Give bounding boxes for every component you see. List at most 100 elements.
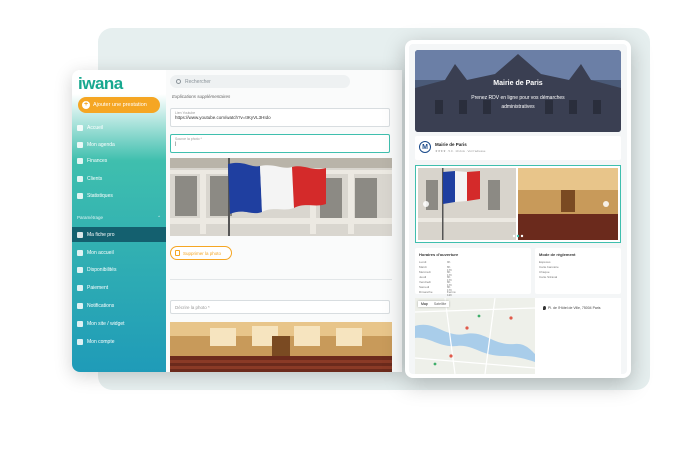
hours-day: Dimanche <box>419 290 433 294</box>
widget-icon <box>77 320 83 327</box>
hero-title: Mairie de Paris <box>493 80 543 87</box>
sidebar-item-label: Accueil <box>87 124 104 131</box>
settings-section-header[interactable]: Paramétrage ⌃ <box>77 215 161 221</box>
map-pin-icon <box>543 306 546 310</box>
hours-row: Samedi 9h - 12h <box>419 285 452 297</box>
org-meta: ★★★★ · 5.0 · 10 Avis · Voir l'adresse <box>435 149 486 153</box>
map-type-tabs: Map Satellite <box>418 301 450 307</box>
field-value: | <box>175 141 177 146</box>
iwana-logo: iwana <box>78 74 123 93</box>
sidebar-item-compte[interactable]: Mon compte <box>72 334 166 349</box>
hours-day: Samedi <box>419 285 430 289</box>
location-map[interactable]: Map Satellite Pl. de l'Hôtel de Ville, 7… <box>415 298 621 374</box>
hours-time: Fermé <box>447 290 456 294</box>
sidebar-item-statistiques[interactable]: Statistiques <box>72 188 166 203</box>
add-service-button[interactable]: + Ajouter une prestation <box>78 97 160 113</box>
photo-source-field[interactable]: Source la photo * | <box>170 134 390 153</box>
payment-icon <box>77 284 83 291</box>
search-placeholder: Rechercher <box>185 78 211 85</box>
sidebar-item-disponibilites[interactable]: Disponibilités <box>72 262 166 277</box>
sidebar-item-label: Mon site / widget <box>87 320 125 327</box>
tab-satellite[interactable]: Satellite <box>431 301 449 307</box>
photo-gallery[interactable] <box>415 165 621 243</box>
tab-map[interactable]: Map <box>418 301 431 307</box>
hero-subtitle: Prenez RDV en ligne pour vos démarches a… <box>471 95 565 110</box>
field-label: Décrire la photo * <box>175 305 210 310</box>
sidebar-item-fiche-pro[interactable]: Ma fiche pro <box>72 227 166 242</box>
payment-title: Mode de règlement <box>539 252 576 257</box>
sidebar-item-label: Clients <box>87 175 103 182</box>
finance-icon <box>77 157 83 164</box>
admin-window: iwana + Ajouter une prestation Accueil M… <box>72 70 402 372</box>
section-title: Explications supplémentaires <box>172 94 231 99</box>
chevron-up-icon: ⌃ <box>157 215 161 220</box>
public-page-preview: Mairie de Paris Prenez RDV en ligne pour… <box>405 40 631 378</box>
hours-day: Mercredi <box>419 270 431 274</box>
address-text: Pl. de l'Hôtel de Ville, 75004 Paris <box>548 306 601 310</box>
section-label: Paramétrage <box>77 215 104 220</box>
sidebar-item-finances[interactable]: Finances <box>72 153 166 168</box>
delete-photo-button[interactable]: Supprimer la photo <box>170 246 232 260</box>
stats-icon <box>77 192 83 199</box>
youtube-link-field[interactable]: Lien Youtube https://www.youtube.com/wat… <box>170 108 390 127</box>
hours-row: Dimanche Fermé <box>419 290 456 294</box>
hours-day: Lundi <box>419 260 427 264</box>
hours-row: Lundi 9h - 17h <box>419 260 452 272</box>
search-input[interactable]: Rechercher <box>170 75 350 88</box>
bell-icon <box>77 302 83 309</box>
sidebar-item-accueil[interactable]: Accueil <box>72 120 166 135</box>
sidebar-item-clients[interactable]: Clients <box>72 171 166 186</box>
hours-day: Jeudi <box>419 275 427 279</box>
hours-row: Mardi 9h - 17h <box>419 265 452 277</box>
hall-photo <box>170 322 392 372</box>
main-content: Rechercher Explications supplémentaires … <box>166 70 402 372</box>
trash-icon <box>175 250 180 256</box>
divider <box>170 279 392 280</box>
plus-icon: + <box>82 101 90 109</box>
sidebar-item-label: Finances <box>87 157 108 164</box>
sidebar-item-label: Ma fiche pro <box>87 231 115 238</box>
hours-day: Mardi <box>419 265 427 269</box>
sidebar-item-widget[interactable]: Mon site / widget <box>72 316 166 331</box>
payment-method: Carte Sitraval <box>539 275 558 279</box>
hours-day: Vendredi <box>419 280 431 284</box>
opening-hours-card: Horaires d'ouverture Lundi 9h - 17h Mardi… <box>415 248 531 297</box>
hero-banner: Mairie de Paris Prenez RDV en ligne pour… <box>415 50 621 132</box>
sidebar-item-label: Mon accueil <box>87 249 114 256</box>
calendar-icon <box>77 141 83 148</box>
payment-card: Mode de règlement Espèces Carte bancaire… <box>535 248 621 294</box>
payment-method: Espèces <box>539 260 551 264</box>
hours-row: Vendredi 9h - 17h <box>419 280 452 292</box>
sidebar-item-label: Statistiques <box>87 192 113 199</box>
organization-header: M Mairie de Paris ★★★★ · 5.0 · 10 Avis ·… <box>415 136 621 160</box>
flag-photo <box>170 158 392 236</box>
hours-title: Horaires d'ouverture <box>419 252 459 257</box>
sidebar-item-paiement[interactable]: Paiement <box>72 280 166 295</box>
sidebar: iwana + Ajouter une prestation Accueil M… <box>72 70 166 372</box>
promo-stage: iwana + Ajouter une prestation Accueil M… <box>0 0 684 455</box>
hours-row: Mercredi 9h - 17h <box>419 270 452 282</box>
search-icon <box>176 79 181 84</box>
add-service-label: Ajouter une prestation <box>93 102 147 108</box>
home-icon <box>77 124 83 131</box>
org-name: Mairie de Paris <box>435 142 467 147</box>
sidebar-item-agenda[interactable]: Mon agenda <box>72 137 166 152</box>
profile-card-icon <box>77 231 83 238</box>
sidebar-item-label: Mon compte <box>87 338 115 345</box>
account-icon <box>77 338 83 345</box>
sidebar-item-notifications[interactable]: Notifications <box>72 298 166 313</box>
hours-row: Jeudi 9h - 17h <box>419 275 452 287</box>
reception-icon <box>77 249 83 256</box>
field-value: https://www.youtube.com/watch?v=tIKyVL3H… <box>175 115 271 120</box>
sidebar-item-label: Notifications <box>87 302 115 309</box>
payment-method: Chèque <box>539 270 550 274</box>
sidebar-item-accueil-settings[interactable]: Mon accueil <box>72 245 166 260</box>
sidebar-item-label: Mon agenda <box>87 141 115 148</box>
users-icon <box>77 175 83 182</box>
describe-photo-field[interactable]: Décrire la photo * <box>170 300 390 314</box>
payment-method: Carte bancaire <box>539 265 559 269</box>
avatar: M <box>419 141 431 153</box>
address: Pl. de l'Hôtel de Ville, 75004 Paris <box>543 306 601 310</box>
availability-icon <box>77 266 83 273</box>
sidebar-item-label: Paiement <box>87 284 109 291</box>
